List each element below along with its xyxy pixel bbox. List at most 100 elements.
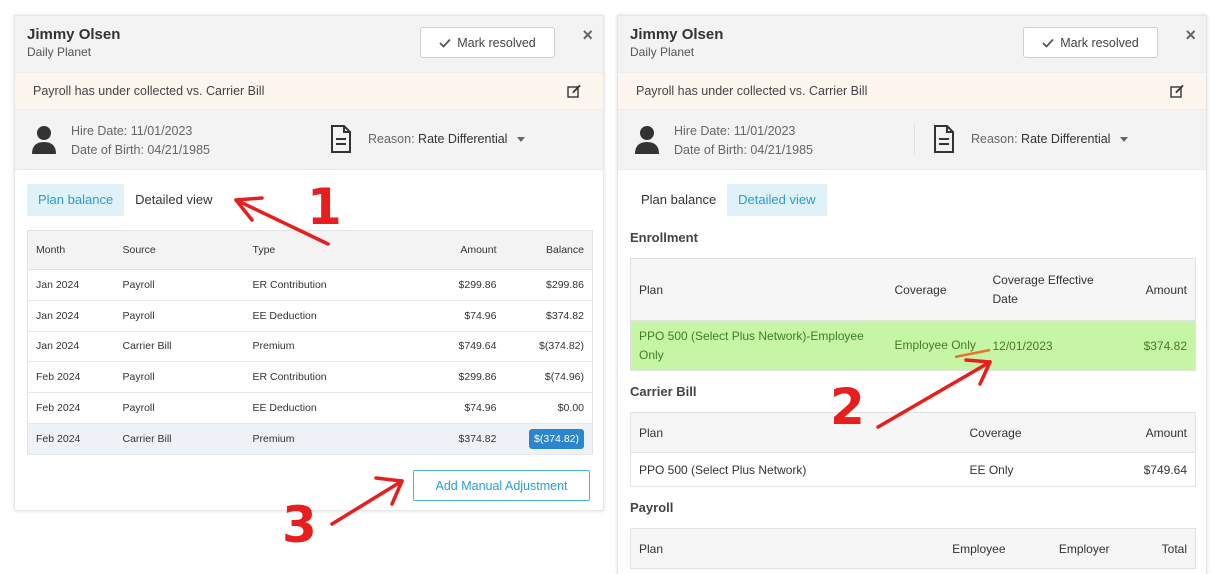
table-row[interactable]: Jan 2024 Carrier Bill Premium $749.64 $(… — [27, 331, 593, 363]
check-icon — [1042, 38, 1054, 48]
column-header: Source — [114, 230, 245, 270]
reason-dropdown[interactable]: Reason: Rate Differential — [971, 132, 1129, 146]
table-cell: Payroll — [114, 361, 245, 394]
carrier-bill-table: Plan Coverage Amount PPO 500 (Select Plu… — [630, 412, 1196, 487]
table-cell: Carrier Bill — [114, 422, 245, 455]
table-cell: $(374.82) — [504, 331, 593, 363]
table-cell: $749.64 — [1143, 462, 1187, 477]
company-name: Daily Planet — [630, 45, 695, 59]
table-cell: $374.82 — [404, 422, 505, 455]
table-cell: $74.96 — [404, 392, 505, 424]
enrollment-title: Enrollment — [630, 230, 698, 245]
column-header: Amount — [1091, 412, 1196, 453]
table-cell: EE Deduction — [244, 300, 405, 332]
chevron-down-icon — [517, 137, 526, 143]
table-cell: 12/01/2023 — [984, 320, 1115, 371]
table-row[interactable]: PPO 500 (Select Plus Network) EE Only $7… — [631, 453, 1196, 487]
alert-text: Payroll has under collected vs. Carrier … — [33, 84, 265, 98]
employee-name: Jimmy Olsen — [27, 26, 121, 43]
table-row-selected[interactable]: Feb 2024 Carrier Bill Premium $374.82 $(… — [27, 422, 593, 455]
carrier-bill-title: Carrier Bill — [630, 384, 697, 399]
edit-icon[interactable] — [567, 84, 581, 98]
column-header: Amount — [404, 230, 505, 270]
alert-text: Payroll has under collected vs. Carrier … — [636, 84, 868, 98]
employee-name: Jimmy Olsen — [630, 26, 724, 43]
table-cell: Payroll — [114, 392, 245, 424]
hire-date: Hire Date: 11/01/2023 — [71, 124, 193, 138]
table-header-row: Plan Coverage Amount — [630, 412, 1196, 453]
reason-value: Rate Differential — [418, 132, 508, 146]
table-cell: Jan 2024 — [27, 331, 115, 363]
mark-resolved-label: Mark resolved — [1060, 35, 1139, 50]
company-name: Daily Planet — [27, 45, 92, 59]
reason-label: Reason: — [971, 132, 1018, 146]
chevron-down-icon — [1120, 137, 1129, 143]
table-cell: Premium — [244, 422, 405, 455]
table-cell: Feb 2024 — [27, 392, 115, 424]
hire-date: Hire Date: 11/01/2023 — [674, 124, 796, 138]
column-header: Coverage Effective Date — [984, 258, 1115, 321]
tab-plan-balance[interactable]: Plan balance — [27, 184, 125, 216]
right-issue-panel: Jimmy Olsen Daily Planet Mark resolved ×… — [617, 15, 1207, 574]
table-row[interactable]: Feb 2024 Payroll EE Deduction $74.96 $0.… — [27, 392, 593, 424]
tab-detailed-view[interactable]: Detailed view — [124, 184, 223, 216]
reason-label: Reason: — [368, 132, 415, 146]
column-header: Amount — [1114, 258, 1196, 321]
document-icon — [934, 125, 954, 153]
annotation-number-2: 2 — [830, 378, 865, 436]
table-cell: $749.64 — [404, 331, 505, 363]
alert-banner: Payroll has under collected vs. Carrier … — [618, 72, 1206, 110]
column-header: Employer — [1013, 528, 1118, 569]
table-cell: Premium — [244, 331, 405, 363]
employee-info-bar: Hire Date: 11/01/2023 Date of Birth: 04/… — [15, 110, 603, 170]
add-manual-adjustment-button[interactable]: Add Manual Adjustment — [413, 470, 590, 501]
table-cell: $299.86 — [404, 269, 505, 301]
column-header: Coverage — [886, 258, 985, 321]
tab-plan-balance[interactable]: Plan balance — [630, 184, 727, 216]
table-cell: Feb 2024 — [27, 361, 115, 394]
table-cell: Feb 2024 — [27, 422, 115, 455]
person-icon — [635, 126, 659, 154]
mark-resolved-label: Mark resolved — [457, 35, 536, 50]
table-cell: PPO 500 (Select Plus Network) — [639, 462, 807, 477]
table-cell: Payroll — [114, 269, 245, 301]
table-cell: Employee Only — [886, 320, 985, 371]
alert-banner: Payroll has under collected vs. Carrier … — [15, 72, 603, 110]
table-row[interactable]: Jan 2024 Payroll ER Contribution $299.86… — [27, 269, 593, 301]
table-cell: ER Contribution — [244, 361, 405, 394]
mark-resolved-button[interactable]: Mark resolved — [1023, 27, 1158, 58]
table-row[interactable]: Feb 2024 Payroll ER Contribution $299.86… — [27, 361, 593, 394]
annotation-number-1: 1 — [307, 178, 342, 236]
balance-badge: $(374.82) — [529, 428, 584, 449]
person-icon — [32, 126, 56, 154]
panel-header: Jimmy Olsen Daily Planet Mark resolved × — [15, 16, 603, 72]
employee-info-bar: Hire Date: 11/01/2023 Date of Birth: 04/… — [618, 110, 1206, 170]
table-header-row: Month Source Type Amount Balance — [27, 230, 593, 270]
table-cell: $74.96 — [404, 300, 505, 332]
table-cell: $299.86 — [504, 269, 593, 301]
enrollment-table: Plan Coverage Coverage Effective Date Am… — [630, 258, 1196, 371]
table-cell: Jan 2024 — [27, 269, 115, 301]
view-tabs: Plan balance Detailed view — [630, 184, 827, 216]
table-row[interactable]: Jan 2024 Payroll EE Deduction $74.96 $37… — [27, 300, 593, 332]
table-cell: Payroll — [114, 300, 245, 332]
table-row[interactable]: PPO 500 (Select Plus Network)-Employee O… — [630, 320, 1196, 371]
edit-icon[interactable] — [1170, 84, 1184, 98]
reason-value: Rate Differential — [1021, 132, 1111, 146]
mark-resolved-button[interactable]: Mark resolved — [420, 27, 555, 58]
plan-balance-table: Month Source Type Amount Balance Jan 202… — [27, 230, 593, 455]
column-header: Plan — [630, 258, 887, 321]
table-cell: $374.82 — [504, 300, 593, 332]
screenshot-stage: Jimmy Olsen Daily Planet Mark resolved ×… — [0, 0, 1215, 574]
tab-detailed-view[interactable]: Detailed view — [727, 184, 827, 216]
check-icon — [439, 38, 451, 48]
payroll-title: Payroll — [630, 500, 674, 515]
payroll-table: Plan Employee Employer Total — [630, 528, 1196, 569]
date-of-birth: Date of Birth: 04/21/1985 — [674, 143, 813, 157]
reason-dropdown[interactable]: Reason: Rate Differential — [368, 132, 526, 146]
close-icon[interactable]: × — [1185, 25, 1196, 46]
column-header: Type — [244, 230, 405, 270]
left-issue-panel: Jimmy Olsen Daily Planet Mark resolved ×… — [14, 15, 604, 511]
column-header: Employee — [933, 528, 1014, 569]
close-icon[interactable]: × — [582, 25, 593, 46]
